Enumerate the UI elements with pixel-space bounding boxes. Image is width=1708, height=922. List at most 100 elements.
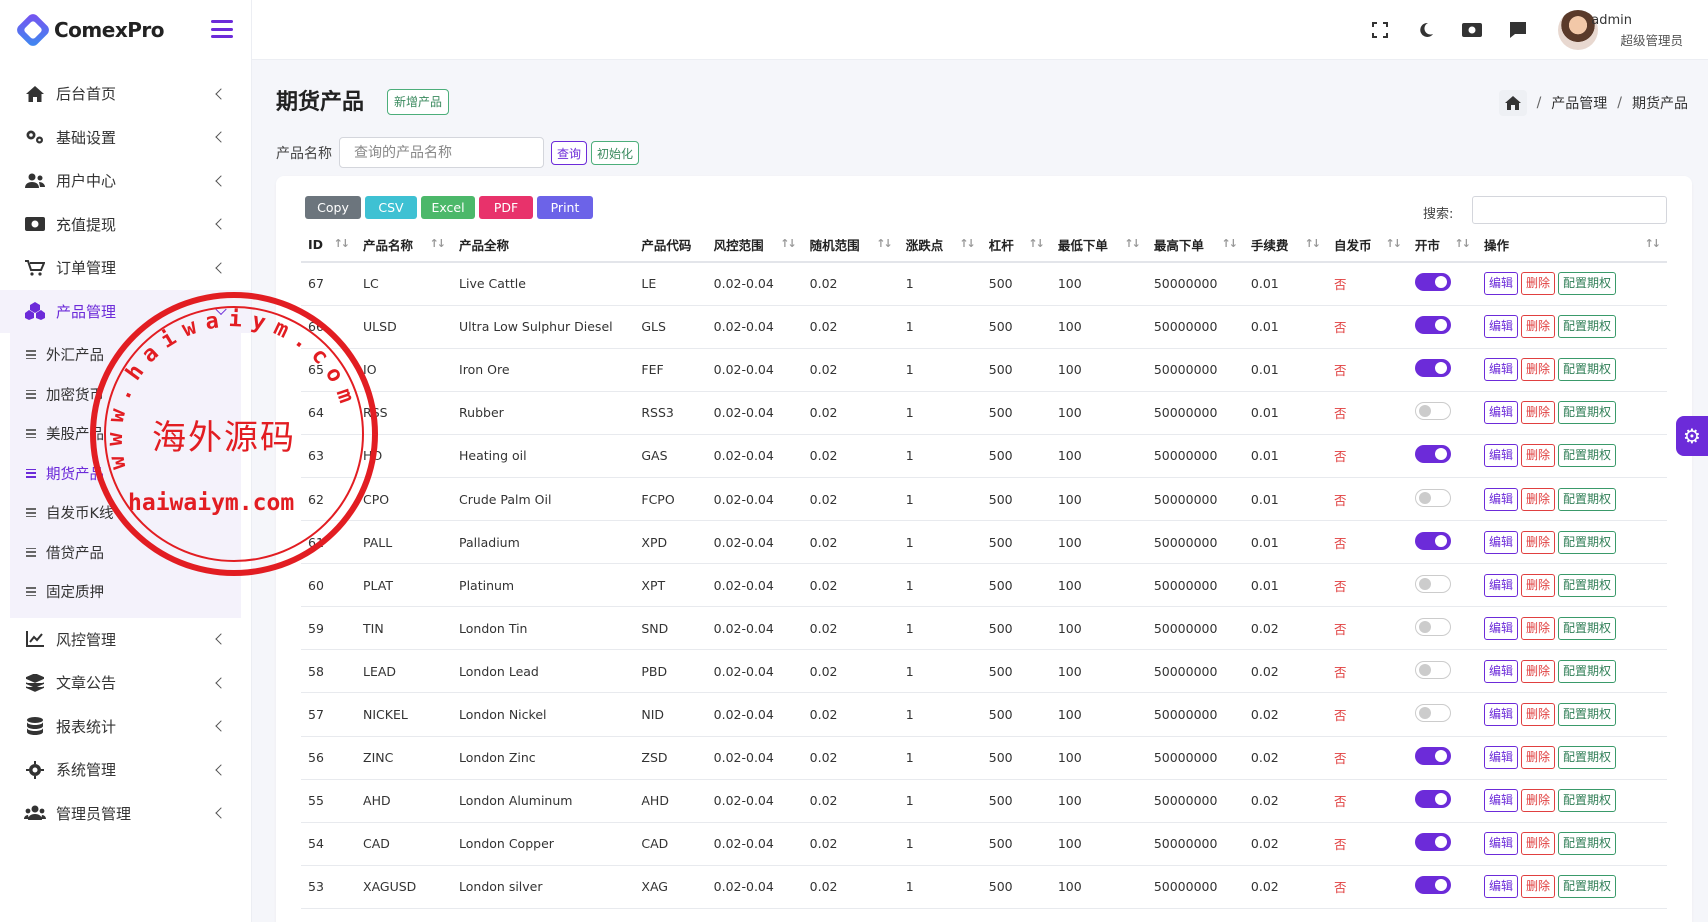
export-print-button[interactable]: Print <box>537 196 593 219</box>
market-open-toggle[interactable] <box>1414 574 1451 593</box>
market-open-toggle[interactable] <box>1414 359 1451 378</box>
submenu-item-2[interactable]: 美股产品 <box>10 414 241 454</box>
edit-button[interactable]: 编辑 <box>1483 832 1518 856</box>
delete-button[interactable]: 删除 <box>1520 702 1555 726</box>
delete-button[interactable]: 删除 <box>1520 875 1555 899</box>
product-name-search-input[interactable] <box>339 137 544 168</box>
configure-option-button[interactable]: 配置期权 <box>1558 530 1617 554</box>
delete-button[interactable]: 删除 <box>1520 358 1555 382</box>
market-open-toggle[interactable] <box>1414 617 1451 636</box>
sidebar-item-4[interactable]: 订单管理 <box>0 246 251 290</box>
column-header[interactable]: 最低下单 ↑↓ <box>1050 228 1147 263</box>
delete-button[interactable]: 删除 <box>1520 832 1555 856</box>
sidebar-item-lower-0[interactable]: 风控管理 <box>0 618 251 662</box>
submenu-item-3[interactable]: 期货产品 <box>10 454 241 494</box>
sidebar-item-3[interactable]: 充值提现 <box>0 203 251 247</box>
user-name[interactable]: admin <box>1591 13 1632 28</box>
submenu-item-1[interactable]: 加密货币 <box>10 375 241 415</box>
submenu-item-6[interactable]: 固定质押 <box>10 572 241 612</box>
menu-toggle-icon[interactable] <box>211 20 233 38</box>
edit-button[interactable]: 编辑 <box>1483 272 1518 296</box>
delete-button[interactable]: 删除 <box>1520 315 1555 339</box>
table-search-input[interactable] <box>1472 196 1667 224</box>
sidebar-item-5[interactable]: 产品管理 <box>0 289 251 333</box>
edit-button[interactable]: 编辑 <box>1483 358 1518 382</box>
edit-button[interactable]: 编辑 <box>1483 573 1518 597</box>
market-open-toggle[interactable] <box>1414 790 1451 809</box>
edit-button[interactable]: 编辑 <box>1483 530 1518 554</box>
edit-button[interactable]: 编辑 <box>1483 702 1518 726</box>
submenu-item-5[interactable]: 借贷产品 <box>10 533 241 573</box>
brand[interactable]: ComexPro <box>0 0 251 60</box>
market-open-toggle[interactable] <box>1414 316 1451 335</box>
export-pdf-button[interactable]: PDF <box>479 196 533 219</box>
market-open-toggle[interactable] <box>1414 876 1451 895</box>
sidebar-item-lower-4[interactable]: 管理员管理 <box>0 792 251 836</box>
sidebar-item-lower-2[interactable]: 报表统计 <box>0 705 251 749</box>
market-open-toggle[interactable] <box>1414 273 1451 292</box>
configure-option-button[interactable]: 配置期权 <box>1558 616 1617 640</box>
edit-button[interactable]: 编辑 <box>1483 789 1518 813</box>
export-copy-button[interactable]: Copy <box>305 196 361 219</box>
market-open-toggle[interactable] <box>1414 488 1451 507</box>
add-product-button[interactable]: 新增产品 <box>387 89 450 115</box>
delete-button[interactable]: 删除 <box>1520 444 1555 468</box>
column-header[interactable]: 手续费 ↑↓ <box>1243 228 1327 263</box>
configure-option-button[interactable]: 配置期权 <box>1558 315 1617 339</box>
edit-button[interactable]: 编辑 <box>1483 659 1518 683</box>
chat-icon[interactable] <box>1508 20 1528 40</box>
delete-button[interactable]: 删除 <box>1520 746 1555 770</box>
sidebar-item-lower-1[interactable]: 文章公告 <box>0 661 251 705</box>
configure-option-button[interactable]: 配置期权 <box>1558 702 1617 726</box>
configure-option-button[interactable]: 配置期权 <box>1558 272 1617 296</box>
market-open-toggle[interactable] <box>1414 531 1451 550</box>
configure-option-button[interactable]: 配置期权 <box>1558 789 1617 813</box>
reset-button[interactable]: 初始化 <box>591 141 640 165</box>
column-header[interactable]: 风控范围 ↑↓ <box>706 228 803 263</box>
money-icon[interactable] <box>1462 20 1482 40</box>
edit-button[interactable]: 编辑 <box>1483 875 1518 899</box>
column-header[interactable]: 最高下单 ↑↓ <box>1146 228 1244 263</box>
breadcrumb-item[interactable]: 产品管理 <box>1551 93 1607 113</box>
edit-button[interactable]: 编辑 <box>1483 444 1518 468</box>
configure-option-button[interactable]: 配置期权 <box>1558 358 1617 382</box>
column-header[interactable]: 杠杆 ↑↓ <box>981 228 1051 263</box>
submenu-item-0[interactable]: 外汇产品 <box>10 335 241 375</box>
export-excel-button[interactable]: Excel <box>421 196 475 219</box>
delete-button[interactable]: 删除 <box>1520 659 1555 683</box>
market-open-toggle[interactable] <box>1414 833 1451 852</box>
column-header[interactable]: 产品代码 <box>634 228 707 263</box>
settings-gear-icon[interactable]: ⚙ <box>1676 416 1708 456</box>
configure-option-button[interactable]: 配置期权 <box>1558 401 1617 425</box>
market-open-toggle[interactable] <box>1414 660 1451 679</box>
sidebar-item-2[interactable]: 用户中心 <box>0 159 251 203</box>
sidebar-item-0[interactable]: 后台首页 <box>0 72 251 116</box>
column-header[interactable]: ID ↑↓ <box>301 228 357 263</box>
delete-button[interactable]: 删除 <box>1520 616 1555 640</box>
market-open-toggle[interactable] <box>1414 703 1451 722</box>
delete-button[interactable]: 删除 <box>1520 573 1555 597</box>
column-header[interactable]: 自发币 ↑↓ <box>1327 228 1408 263</box>
edit-button[interactable]: 编辑 <box>1483 616 1518 640</box>
configure-option-button[interactable]: 配置期权 <box>1558 573 1617 597</box>
sidebar-item-1[interactable]: 基础设置 <box>0 116 251 160</box>
edit-button[interactable]: 编辑 <box>1483 401 1518 425</box>
column-header[interactable]: 操作 ↑↓ <box>1476 228 1667 263</box>
configure-option-button[interactable]: 配置期权 <box>1558 746 1617 770</box>
column-header[interactable]: 产品全称 <box>452 228 635 263</box>
sidebar-item-lower-3[interactable]: 系统管理 <box>0 748 251 792</box>
column-header[interactable]: 开市 ↑↓ <box>1407 228 1477 263</box>
edit-button[interactable]: 编辑 <box>1483 487 1518 511</box>
column-header[interactable]: 涨跌点 ↑↓ <box>898 228 982 263</box>
configure-option-button[interactable]: 配置期权 <box>1558 444 1617 468</box>
configure-option-button[interactable]: 配置期权 <box>1558 832 1617 856</box>
market-open-toggle[interactable] <box>1414 402 1451 421</box>
edit-button[interactable]: 编辑 <box>1483 315 1518 339</box>
delete-button[interactable]: 删除 <box>1520 789 1555 813</box>
delete-button[interactable]: 删除 <box>1520 401 1555 425</box>
market-open-toggle[interactable] <box>1414 747 1451 766</box>
configure-option-button[interactable]: 配置期权 <box>1558 875 1617 899</box>
fullscreen-icon[interactable] <box>1370 20 1390 40</box>
configure-option-button[interactable]: 配置期权 <box>1558 487 1617 511</box>
delete-button[interactable]: 删除 <box>1520 487 1555 511</box>
